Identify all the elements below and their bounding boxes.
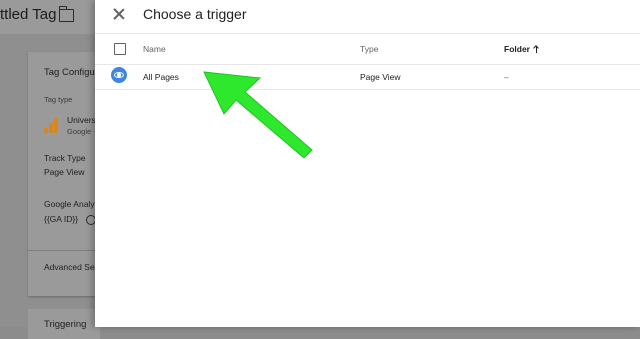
- tag-type-name: Univers: [67, 115, 96, 125]
- close-icon[interactable]: [111, 6, 127, 22]
- sort-ascending-icon: [533, 45, 540, 53]
- tag-title: ttled Tag: [0, 6, 57, 23]
- track-type-value: Page View: [44, 167, 85, 177]
- column-header-name[interactable]: Name: [143, 44, 166, 54]
- table-row[interactable]: All Pages Page View –: [95, 65, 640, 90]
- trigger-table: Name Type Folder All Pages Page View –: [95, 34, 640, 90]
- choose-trigger-panel: Choose a trigger Name Type Folder All Pa…: [95, 0, 640, 327]
- folder-icon: [58, 6, 74, 22]
- trigger-name[interactable]: All Pages: [143, 72, 179, 82]
- advanced-settings: Advanced Se: [44, 262, 95, 272]
- table-header: Name Type Folder: [95, 34, 640, 65]
- panel-title: Choose a trigger: [143, 6, 247, 22]
- tag-configuration-heading: Tag Configur: [44, 67, 98, 78]
- trigger-folder: –: [504, 72, 509, 82]
- ga-settings-label: Google Analy: [44, 199, 95, 209]
- tag-type-label: Tag type: [44, 95, 73, 104]
- trigger-type: Page View: [360, 72, 401, 82]
- triggering-heading: Triggering: [44, 319, 87, 330]
- ga-settings-value: {{GA ID}}: [44, 214, 79, 224]
- annotation-arrow: [203, 71, 313, 159]
- annotation-arrow-shape: [203, 71, 313, 159]
- column-header-folder[interactable]: Folder: [504, 44, 540, 54]
- card-divider: [28, 250, 100, 251]
- eye-icon: [111, 67, 127, 83]
- track-type-label: Track Type: [44, 153, 86, 163]
- tag-type-sub: Google: [67, 127, 92, 136]
- column-header-type[interactable]: Type: [360, 44, 378, 54]
- analytics-icon: [44, 118, 60, 133]
- column-header-folder-label: Folder: [504, 44, 530, 54]
- select-all-checkbox[interactable]: [114, 43, 126, 55]
